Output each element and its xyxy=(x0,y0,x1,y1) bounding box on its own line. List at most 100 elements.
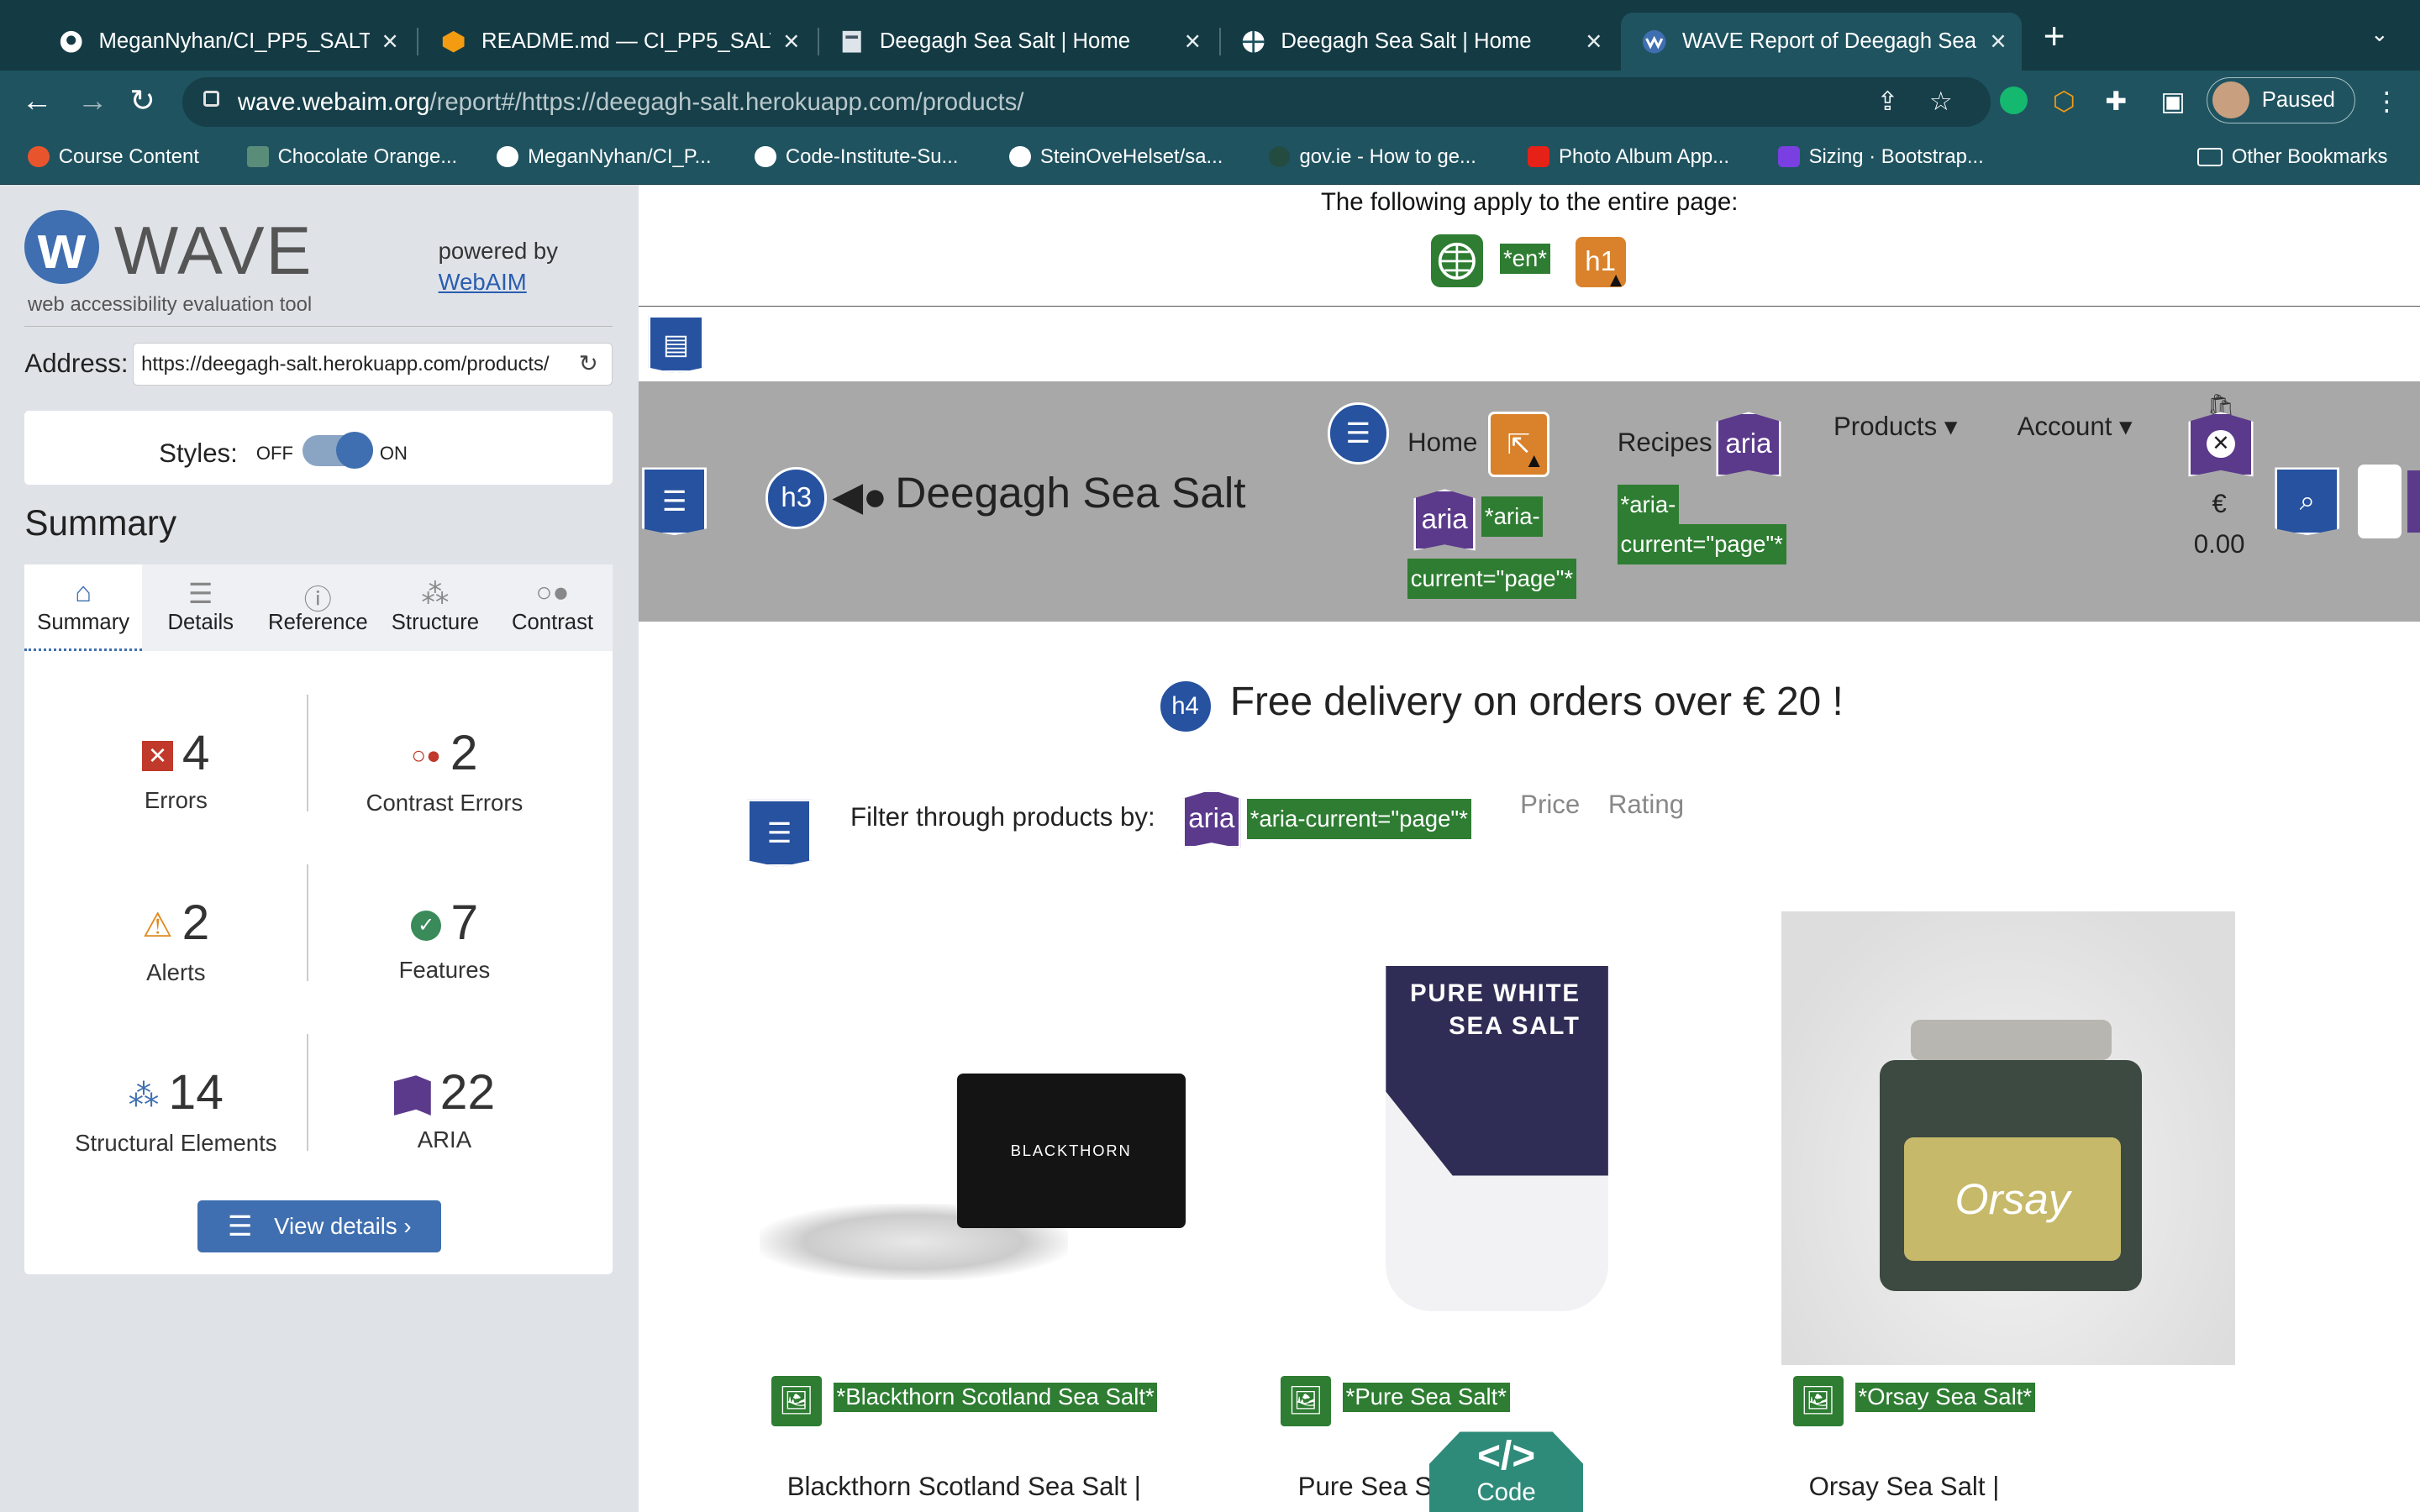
tab-reference[interactable]: ⓘ Reference xyxy=(260,564,377,651)
aria-icon[interactable]: aria xyxy=(1716,412,1781,477)
linked-image-icon[interactable]: 🖼 xyxy=(1277,1373,1334,1429)
close-icon[interactable]: × xyxy=(382,26,398,58)
aria-icon[interactable]: aria xyxy=(1413,489,1476,551)
bookmark[interactable]: Chocolate Orange... xyxy=(246,145,457,169)
alt-text-tag: *Blackthorn Scotland Sea Salt* xyxy=(833,1382,1158,1413)
alert-icon: ⚠ xyxy=(142,906,173,945)
styles-on-label: ON xyxy=(379,443,408,465)
structure-icon: ⁂ xyxy=(421,578,450,610)
address-bar[interactable]: wave.webaim.org/report#/https://deegagh-… xyxy=(182,76,1991,127)
product-label: BLACKTHORN xyxy=(956,1074,1186,1228)
language-icon[interactable] xyxy=(1430,234,1484,287)
tab-details[interactable]: ☰ Details xyxy=(142,564,260,651)
nav-account[interactable]: Account ▾ xyxy=(2018,412,2133,442)
alt-text-tag: *Orsay Sea Salt* xyxy=(1854,1382,2035,1413)
code-icon: </> xyxy=(1477,1434,1536,1479)
address-input[interactable]: https://deegagh-salt.herokuapp.com/produ… xyxy=(132,342,613,386)
close-icon[interactable]: × xyxy=(1990,26,2006,58)
gitpod-extension-icon[interactable]: ⬡ xyxy=(2053,87,2075,117)
close-icon[interactable]: × xyxy=(783,26,799,58)
aria-current-tag: *aria- xyxy=(1617,484,1680,525)
browser-tab[interactable]: Deegagh Sea Salt | Home × xyxy=(1219,13,1618,71)
nav-products[interactable]: Products ▾ xyxy=(1833,412,1958,442)
warning-icon: ▲ xyxy=(1523,449,1544,473)
chevron-down-icon[interactable]: ⌄ xyxy=(2370,22,2389,47)
summary-panel: ⌂ Summary ☰ Details ⓘ Reference ⁂ Structure … xyxy=(24,564,613,1275)
tab-structure[interactable]: ⁂ Structure xyxy=(376,564,494,651)
bookmark[interactable]: Sizing · Bootstrap... xyxy=(1777,145,1984,169)
nav-recipes[interactable]: Recipes xyxy=(1618,428,1712,458)
view-details-button[interactable]: ☰ View details › xyxy=(197,1200,442,1253)
github-icon xyxy=(59,29,83,54)
extensions-icon[interactable]: ✚ xyxy=(2105,87,2127,117)
star-icon[interactable]: ☆ xyxy=(1929,87,1953,117)
search-input[interactable] xyxy=(2358,464,2402,538)
landmark-icon[interactable]: ▤ xyxy=(648,314,704,374)
h3-icon[interactable]: h3 xyxy=(765,467,828,529)
back-icon[interactable]: ← xyxy=(22,81,53,121)
summary-title: Summary xyxy=(24,502,177,543)
list-landmark-icon[interactable]: ☰ xyxy=(642,467,708,536)
stat-contrast-errors: ○● 2 Contrast Errors xyxy=(366,725,523,816)
aria-icon xyxy=(2407,470,2420,533)
cart-currency: € xyxy=(2212,489,2227,519)
product-image-pure[interactable]: PURE WHITE SEA SALT xyxy=(1271,965,1726,1312)
list-icon: ☰ xyxy=(227,1211,253,1243)
aria-hidden-icon[interactable]: ✕ xyxy=(2188,412,2254,477)
bookmark[interactable]: Photo Album App... xyxy=(1528,145,1729,169)
bookmark[interactable]: MeganNyhan/CI_P... xyxy=(497,145,712,169)
webaim-link[interactable]: WebAIM xyxy=(439,269,527,296)
linked-image-icon[interactable]: 🖼 xyxy=(1790,1373,1846,1429)
styles-toggle[interactable] xyxy=(302,432,374,470)
code-button[interactable]: </> Code xyxy=(1428,1431,1584,1512)
filter-rating[interactable]: Rating xyxy=(1608,790,1684,820)
wave-tabs: ⌂ Summary ☰ Details ⓘ Reference ⁂ Structure … xyxy=(24,564,613,652)
forward-icon[interactable]: → xyxy=(77,81,108,121)
sidebar-icon[interactable]: ▣ xyxy=(2160,87,2186,117)
close-icon[interactable]: × xyxy=(1586,26,1602,58)
tab-summary[interactable]: ⌂ Summary xyxy=(24,564,142,652)
list-landmark-icon[interactable]: ☰ xyxy=(746,799,813,868)
browser-tab[interactable]: Deegagh Sea Salt | Home × xyxy=(818,13,1216,71)
contrast-icon: ○● xyxy=(535,576,570,608)
site-brand[interactable]: Deegagh Sea Salt xyxy=(895,467,1245,517)
product-image-blackthorn[interactable]: BLACKTHORN xyxy=(759,972,1213,1312)
browser-tab[interactable]: README.md — CI_PP5_SALT – × xyxy=(420,13,815,71)
aria-current-tag: *aria-current="page"* xyxy=(1247,799,1471,840)
filter-price[interactable]: Price xyxy=(1520,790,1580,820)
error-icon: ✕ xyxy=(142,740,173,772)
product-name[interactable]: Pure Sea S xyxy=(1298,1472,1433,1502)
wave-sidebar: w WAVE web accessibility evaluation tool… xyxy=(0,185,639,1512)
menu-icon[interactable]: ⋮ xyxy=(2374,87,2400,117)
bookmark[interactable]: gov.ie - How to ge... xyxy=(1268,145,1476,169)
language-tag: *en* xyxy=(1500,244,1550,274)
list-icon[interactable]: ☰ xyxy=(1327,402,1389,465)
reload-icon[interactable]: ↻ xyxy=(579,350,598,377)
styles-off-label: OFF xyxy=(255,443,293,465)
stat-structural: ⁂ 14 Structural Elements xyxy=(75,1064,277,1156)
nav-home[interactable]: Home xyxy=(1407,428,1477,458)
close-icon[interactable]: × xyxy=(1185,26,1201,58)
browser-tab[interactable]: MeganNyhan/CI_PP5_SALT × xyxy=(37,13,413,71)
product-name[interactable]: Orsay Sea Salt | xyxy=(1809,1472,2000,1502)
search-icon[interactable]: ⌕ xyxy=(2275,467,2340,536)
grammarly-icon[interactable] xyxy=(2000,86,2028,114)
other-bookmarks[interactable]: Other Bookmarks xyxy=(2197,145,2387,169)
product-name[interactable]: Blackthorn Scotland Sea Salt | xyxy=(787,1472,1141,1502)
tab-contrast[interactable]: ○● Contrast xyxy=(494,564,612,651)
new-tab-icon[interactable]: + xyxy=(2044,18,2065,55)
product-image-orsay[interactable]: Orsay xyxy=(1781,911,2235,1366)
share-icon[interactable]: ⇪ xyxy=(1876,87,1898,117)
browser-tab-active[interactable]: WAVE Report of Deegagh Sea S × xyxy=(1620,12,2023,71)
aria-current-tag: current="page"* xyxy=(1407,558,1576,599)
h4-icon[interactable]: h4 xyxy=(1157,679,1213,735)
profile-button[interactable]: Paused xyxy=(2207,76,2355,123)
bookmark[interactable]: Code-Institute-Su... xyxy=(755,145,958,169)
url-text: wave.webaim.org/report#/https://deegagh-… xyxy=(237,87,1024,116)
aria-icon[interactable]: aria xyxy=(1181,790,1241,849)
wave-icon xyxy=(1642,29,1666,54)
linked-image-icon[interactable]: 🖼 xyxy=(768,1373,824,1429)
reload-icon[interactable]: ↻ xyxy=(129,81,155,121)
bookmark[interactable]: Course Content xyxy=(28,145,199,169)
bookmark[interactable]: SteinOveHelset/sa... xyxy=(1009,145,1223,169)
